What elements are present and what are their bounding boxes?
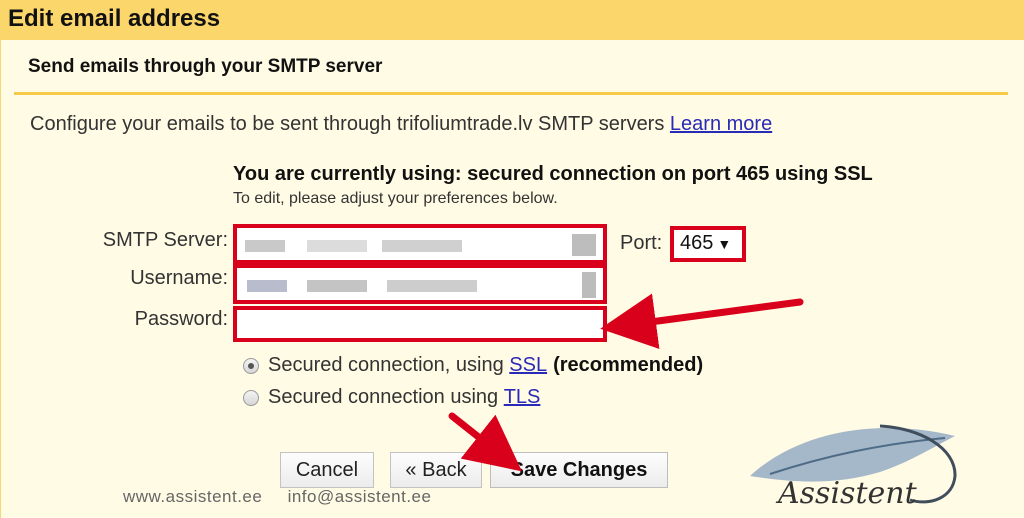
tls-radio[interactable] xyxy=(243,389,259,406)
cancel-button[interactable]: Cancel xyxy=(280,452,374,488)
ssl-recommended: (recommended) xyxy=(553,354,704,376)
tls-link[interactable]: TLS xyxy=(504,386,541,409)
username-input[interactable] xyxy=(233,264,607,304)
redacted-value xyxy=(382,240,462,252)
description-text: Configure your emails to be sent through… xyxy=(30,113,665,135)
save-changes-button[interactable]: Save Changes xyxy=(490,452,668,488)
username-label: Username: xyxy=(130,267,228,289)
dropdown-arrow-icon: ▼ xyxy=(717,236,732,252)
ssl-option-label: Secured connection, using xyxy=(268,354,504,376)
password-label: Password: xyxy=(134,308,228,330)
redacted-value xyxy=(247,280,287,292)
redacted-value xyxy=(307,280,367,292)
footer-email: info@assistent.ee xyxy=(287,487,432,506)
smtp-server-label: SMTP Server: xyxy=(102,229,228,251)
redacted-value xyxy=(582,272,596,298)
tls-option-label: Secured connection using xyxy=(268,386,499,408)
dialog-title-bar: Edit email address xyxy=(0,0,1024,40)
redacted-value xyxy=(572,234,596,256)
description: Configure your emails to be sent through… xyxy=(30,113,772,136)
section-divider xyxy=(14,92,1008,95)
edit-hint: To edit, please adjust your preferences … xyxy=(233,190,558,207)
ssl-option[interactable]: Secured connection, using SSL (recommende… xyxy=(243,354,703,377)
tls-option[interactable]: Secured connection using TLS xyxy=(243,386,540,409)
dialog-title: Edit email address xyxy=(8,5,221,32)
connection-status: You are currently using: secured connect… xyxy=(233,163,873,185)
footer-website: www.assistent.ee xyxy=(123,487,263,506)
smtp-server-input[interactable] xyxy=(233,224,607,264)
assistent-logo: Assistent xyxy=(750,424,957,511)
port-value: 465 xyxy=(680,232,714,254)
dialog-subtitle: Send emails through your SMTP server xyxy=(28,56,383,77)
back-button[interactable]: « Back xyxy=(390,452,482,488)
learn-more-link[interactable]: Learn more xyxy=(670,113,772,135)
logo-text: Assistent xyxy=(775,476,918,511)
ssl-radio[interactable] xyxy=(243,357,259,374)
ssl-link[interactable]: SSL xyxy=(509,354,547,377)
port-select[interactable]: 465 ▼ xyxy=(670,226,746,262)
redacted-value xyxy=(387,280,477,292)
port-label: Port: xyxy=(620,232,663,254)
redacted-value xyxy=(245,240,285,252)
redacted-value xyxy=(307,240,367,252)
password-input[interactable] xyxy=(233,306,607,342)
footer: www.assistent.ee info@assistent.ee xyxy=(123,487,451,507)
